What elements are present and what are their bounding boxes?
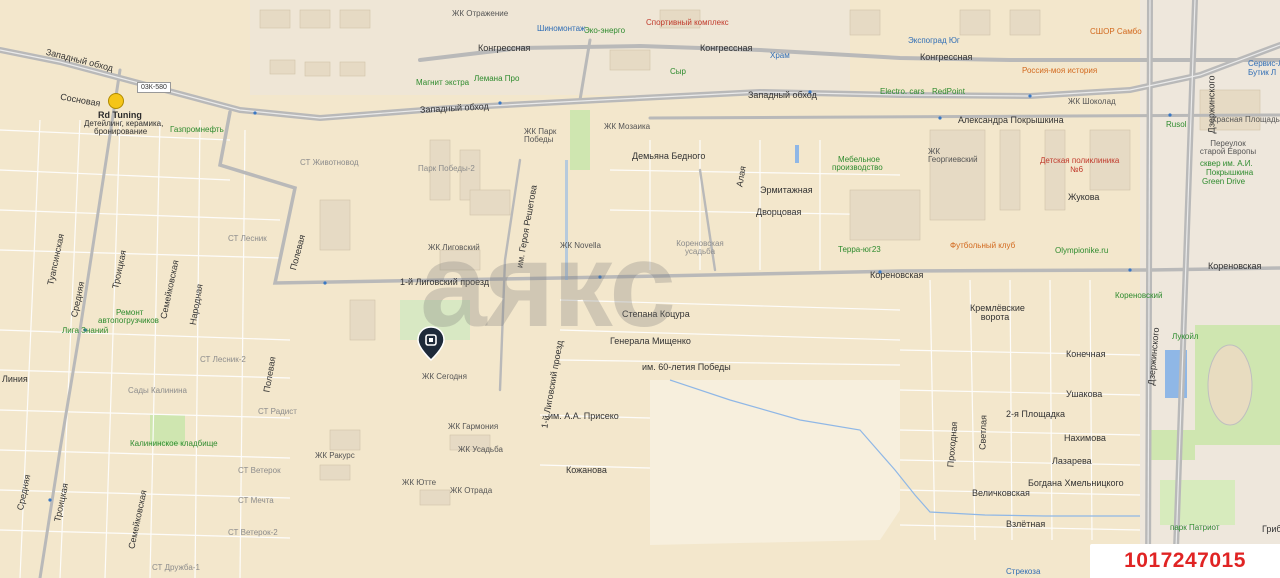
poi-skver-1[interactable]: сквер им. А.И. xyxy=(1200,160,1253,168)
road-label-ploshchadka-2: 2-я Площадка xyxy=(1006,409,1066,419)
poi-servis-lego[interactable]: Сервис-Л xyxy=(1248,60,1280,68)
road-label-aleksandra-pokryshkina: Александра Покрышкина xyxy=(958,115,1064,125)
poi-hram[interactable]: Храм xyxy=(770,52,790,60)
poi-lukoil[interactable]: Лукойл xyxy=(1172,333,1199,341)
road-label-zapadny-obhod-e: Западный обход xyxy=(748,90,817,100)
district-st-veterok-2: СТ Ветерок-2 xyxy=(228,528,278,537)
poi-skver-2: Покрышкина xyxy=(1206,168,1254,177)
poi-shinomontazh[interactable]: Шиномонтаж xyxy=(537,25,585,33)
road-label-kongresnaya-3: Конгрессная xyxy=(920,52,973,62)
district-st-zhivtnovod: СТ Животновод xyxy=(300,158,359,167)
complex-zhk-usadba: ЖК Усадьба xyxy=(458,445,503,454)
poi-detskaya-poliklinika-2: №6 xyxy=(1070,165,1084,174)
road-label-bogdana-khmelnitskogo: Богдана Хмельницкого xyxy=(1028,478,1124,488)
complex-zhk-mozaika: ЖК Мозаика xyxy=(604,122,651,131)
poi-ekspograd[interactable]: Экспоград Юг xyxy=(908,37,960,45)
poi-lemana[interactable]: Лемана Про xyxy=(474,75,519,83)
district-park-pobedy-2: Парк Победы-2 xyxy=(418,164,475,173)
road-label-velichkovskaya: Величковская xyxy=(972,488,1030,498)
road-label-dvortsovaya: Дворцовая xyxy=(756,207,802,217)
poi-mebelnoe-2: производство xyxy=(832,163,883,172)
complex-zhk-segodnya: ЖК Сегодня xyxy=(422,372,467,381)
poi-futbolny-klub[interactable]: Футбольный клуб xyxy=(950,242,1015,250)
poi-gazpromneft[interactable]: Газпромнефть xyxy=(170,126,224,134)
poi-strekoza[interactable]: Стрекоза xyxy=(1006,568,1040,576)
district-st-lesnik-2: СТ Лесник-2 xyxy=(200,355,246,364)
watermark: аякс xyxy=(420,218,676,352)
district-sady-kalinina: Сады Калинина xyxy=(128,386,187,395)
road-label-zhukova: Жукова xyxy=(1068,192,1100,202)
road-label-vzletnaya: Взлётная xyxy=(1006,519,1046,529)
district-pereulok-staroy-evropy: Переулок старой Европы xyxy=(1199,139,1257,156)
poi-syr[interactable]: Сыр xyxy=(670,68,686,76)
poi-korenovskiy[interactable]: Кореновский xyxy=(1115,292,1162,300)
complex-zhk-rakurs: ЖК Ракурс xyxy=(315,451,355,460)
road-label-ermitazhnaya: Эрмитажная xyxy=(760,185,813,195)
road-label-kongresnaya-1: Конгрессная xyxy=(478,43,531,53)
complex-zhk-shokolad: ЖК Шоколад xyxy=(1068,97,1116,106)
road-label-konechaya: Конечная xyxy=(1066,349,1106,359)
poi-sshor[interactable]: СШОР Самбо xyxy=(1090,28,1142,36)
road-label-kozhanova: Кожанова xyxy=(566,465,607,475)
poi-green-drive[interactable]: Green Drive xyxy=(1202,178,1245,186)
rd-tuning-marker-icon[interactable] xyxy=(108,93,124,109)
road-label-korenovskaya-1: Кореновская xyxy=(870,270,924,280)
road-label-lazareva: Лазарева xyxy=(1052,456,1092,466)
highway-shield: 03К-580 xyxy=(137,82,171,93)
road-label-svetlaya: Светлая xyxy=(977,414,989,451)
district-st-druzhba: СТ Дружба-1 xyxy=(152,563,200,572)
listing-id-text: 1017247015 xyxy=(1124,549,1246,572)
district-st-radist: СТ Радист xyxy=(258,407,297,416)
poi-terra-yug[interactable]: Терра-юг23 xyxy=(838,246,881,254)
poi-evro-energo[interactable]: Эко-энерго xyxy=(584,27,625,35)
road-label-dzerzhinskogo-1: Дзержинского xyxy=(1206,75,1217,134)
road-label-liniya: Линия xyxy=(2,374,28,384)
poi-park-patriot[interactable]: парк Патриот xyxy=(1170,524,1220,532)
complex-zhk-georgievsky: ЖК Георгиевский xyxy=(928,147,978,164)
poi-magnit[interactable]: Магнит экстра xyxy=(416,79,469,87)
road-label-pobedy-60: им. 60-летия Победы xyxy=(642,362,731,372)
poi-detskaya-poliklinika-1[interactable]: Детская поликлиника xyxy=(1040,157,1119,165)
listing-id-badge: 1017247015 xyxy=(1090,544,1280,578)
location-pin-icon[interactable] xyxy=(416,326,446,362)
poi-servis-lego-2[interactable]: Бутик Л xyxy=(1248,69,1276,77)
road-label-kremlevskie-vorota: Кремлёвские ворота xyxy=(970,303,1025,322)
poi-rd-tuning-sub2: бронирование xyxy=(94,127,148,136)
district-st-veterok: СТ Ветерок xyxy=(238,466,281,475)
district-korenovskaya-usadba: Кореновская усадьба xyxy=(676,239,724,256)
complex-zhk-otrazhenie: ЖК Отражение xyxy=(452,9,509,18)
road-label-korenovskaya-2: Кореновская xyxy=(1208,261,1262,271)
road-label-priseko: им. А.А. Присеко xyxy=(548,411,619,421)
poi-redpoint[interactable]: RedPoint xyxy=(932,88,965,96)
road-label-nakhimova: Нахимова xyxy=(1064,433,1106,443)
poi-rossiya-istoriya[interactable]: Россия-моя история xyxy=(1022,67,1097,75)
poi-kalininskoe[interactable]: Калининское кладбище xyxy=(130,440,218,448)
poi-electro-cars[interactable]: Electro. cars xyxy=(880,88,924,96)
road-label-ushakova: Ушакова xyxy=(1066,389,1103,399)
poi-liga-znaniy[interactable]: Лига Знаний xyxy=(62,327,108,335)
road-label-kongresnaya-2: Конгрессная xyxy=(700,43,753,53)
complex-zhk-otrada: ЖК Отрада xyxy=(450,486,493,495)
road-label-demyana-bednogo: Демьяна Бедного xyxy=(632,151,706,161)
complex-zhk-garmoniya: ЖК Гармония xyxy=(448,422,499,431)
district-krasnaya-ploshchad: Красная Площадь xyxy=(1212,115,1280,124)
district-st-mechta: СТ Мечта xyxy=(238,496,274,505)
poi-remont-2: автопогрузчиков xyxy=(98,316,159,325)
poi-sportivny-kompleks[interactable]: Спортивный комплекс xyxy=(646,19,729,27)
road-label-grib: Гриб xyxy=(1262,524,1280,534)
complex-zhk-yutte: ЖК Ютте xyxy=(402,478,437,487)
poi-olympionike[interactable]: Olympionike.ru xyxy=(1055,247,1108,255)
poi-rusol[interactable]: Rusol xyxy=(1166,121,1186,129)
district-st-lesnik: СТ Лесник xyxy=(228,234,267,243)
complex-zhk-park-pobedy: ЖК Парк Победы xyxy=(524,127,557,144)
